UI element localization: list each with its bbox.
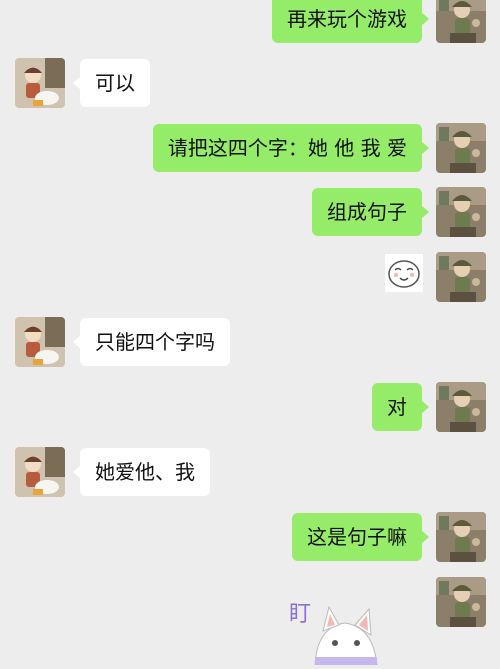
my-avatar[interactable] — [436, 382, 486, 432]
cat-stare-sticker[interactable]: 盯 — [285, 597, 405, 666]
message-text: 只能四个字吗 — [95, 330, 215, 354]
message-text: 请把这四个字：她 他 我 爱 — [167, 136, 407, 160]
contact-avatar[interactable] — [15, 58, 65, 108]
smiling-face-sticker[interactable] — [385, 254, 423, 292]
message-text: 再来玩个游戏 — [287, 7, 407, 31]
message-text: 对 — [387, 395, 407, 419]
contact-message-bubble[interactable]: 可以 — [73, 59, 150, 107]
my-message-bubble[interactable]: 再来玩个游戏 — [272, 0, 429, 43]
my-avatar[interactable] — [436, 187, 486, 237]
contact-avatar[interactable] — [15, 447, 65, 497]
my-message-bubble[interactable]: 这是句子嘛 — [292, 513, 429, 561]
message-text: 组成句子 — [327, 200, 407, 224]
my-avatar[interactable] — [436, 252, 486, 302]
message-text: 这是句子嘛 — [307, 525, 407, 549]
my-avatar[interactable] — [436, 512, 486, 562]
my-message-bubble[interactable]: 请把这四个字：她 他 我 爱 — [152, 124, 430, 172]
my-avatar[interactable] — [436, 123, 486, 173]
my-avatar[interactable] — [436, 0, 486, 43]
sticker-caption: 盯 — [289, 602, 311, 627]
my-message-bubble[interactable]: 对 — [372, 383, 429, 431]
message-text: 可以 — [95, 71, 135, 95]
message-text: 她爱他、我 — [95, 460, 195, 484]
my-message-bubble[interactable]: 组成句子 — [312, 188, 429, 236]
contact-message-bubble[interactable]: 只能四个字吗 — [73, 318, 230, 366]
contact-avatar[interactable] — [15, 317, 65, 367]
contact-message-bubble[interactable]: 她爱他、我 — [73, 448, 210, 496]
my-avatar[interactable] — [436, 577, 486, 627]
